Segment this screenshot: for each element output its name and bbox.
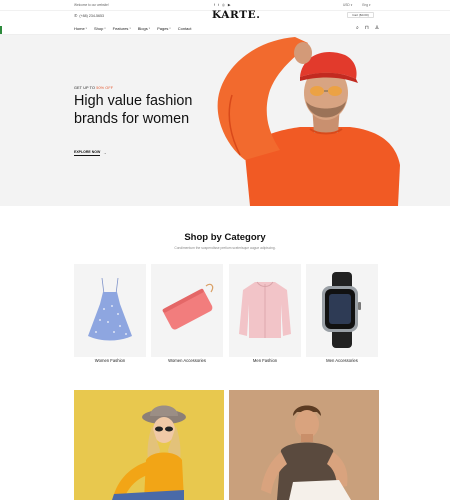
phone-number: (+88) 234-5653: [79, 13, 105, 18]
cart-button[interactable]: Cart ($0.00): [347, 12, 374, 18]
nav-shop[interactable]: Shop ▾: [94, 26, 106, 31]
user-icon[interactable]: ♙: [375, 25, 379, 31]
bag-icon[interactable]: ⊓: [365, 25, 369, 31]
dress-image: [88, 277, 132, 341]
hero-headline: High value fashion brands for women: [74, 93, 193, 127]
youtube-icon[interactable]: ▶: [228, 3, 231, 7]
phone-contact[interactable]: ✆ (+88) 234-5653: [74, 13, 104, 18]
search-icon[interactable]: ⌕: [356, 25, 359, 31]
chevron-down-icon: ▾: [104, 27, 106, 30]
nav-features[interactable]: Features ▾: [113, 26, 131, 31]
instagram-icon[interactable]: ◎: [222, 3, 225, 7]
chevron-down-icon: ▾: [350, 3, 353, 7]
currency-select[interactable]: USD ▾: [343, 3, 352, 7]
man-model-image: [261, 405, 351, 500]
header-icons: ⌕ ⊓ ♙: [356, 25, 379, 31]
nav-home[interactable]: Home ▾: [74, 26, 87, 31]
hero-subtitle: GET UP TO 50% OFF: [74, 86, 114, 90]
nav-blogs[interactable]: Blogs ▾: [138, 26, 150, 31]
category-label[interactable]: Men Accessories: [306, 358, 378, 363]
logo[interactable]: KARTE.: [212, 9, 260, 21]
nav-contact[interactable]: Contact: [178, 26, 192, 31]
chevron-down-icon: ▾: [369, 3, 371, 7]
category-card-women-fashion[interactable]: [74, 264, 146, 357]
chevron-down-icon: ▾: [85, 27, 87, 30]
woman-model-image: [112, 405, 186, 500]
explore-label: EXPLORE NOW: [74, 150, 101, 156]
hero-banner: GET UP TO 50% OFF High value fashion bra…: [0, 35, 450, 206]
promo-banner-women[interactable]: [74, 390, 224, 500]
watch-image: [322, 272, 361, 348]
nav-pages[interactable]: Pages ▾: [157, 26, 171, 31]
category-label[interactable]: Women Fashion: [74, 358, 146, 363]
facebook-icon[interactable]: f: [214, 3, 215, 7]
chevron-down-icon: ▾: [169, 27, 171, 30]
hero-model-image: [217, 37, 400, 206]
promo-banner-men[interactable]: [229, 390, 379, 500]
locale-selectors: USD ▾ Eng ▾: [343, 3, 371, 7]
category-label[interactable]: Women Accessories: [151, 358, 223, 363]
jacket-image: [239, 281, 291, 338]
phone-icon: ✆: [74, 13, 78, 18]
social-links: f t ◎ ▶: [214, 3, 230, 7]
chevron-down-icon: ▾: [148, 27, 151, 30]
wallet-image: [162, 283, 214, 330]
cart-label: Cart ($0.00): [352, 13, 369, 17]
arrow-right-icon: →: [103, 150, 107, 155]
chevron-down-icon: ▾: [129, 27, 131, 30]
category-section-title: Shop by Category: [184, 232, 266, 243]
language-select[interactable]: Eng ▾: [362, 3, 370, 7]
twitter-icon[interactable]: t: [218, 3, 219, 7]
explore-now-button[interactable]: EXPLORE NOW →: [74, 150, 107, 156]
category-card-men-accessories[interactable]: [306, 264, 378, 357]
category-section-subtitle: Condimentum the suspendisse pretium scel…: [174, 246, 276, 250]
main-nav: Home ▾ Shop ▾ Features ▾ Blogs ▾ Pages ▾ Cont…: [74, 26, 192, 31]
category-card-women-accessories[interactable]: [151, 264, 223, 357]
category-label[interactable]: Men Fashion: [229, 358, 301, 363]
category-card-men-fashion[interactable]: [229, 264, 301, 357]
welcome-text: Welcome to our website!: [74, 3, 109, 7]
